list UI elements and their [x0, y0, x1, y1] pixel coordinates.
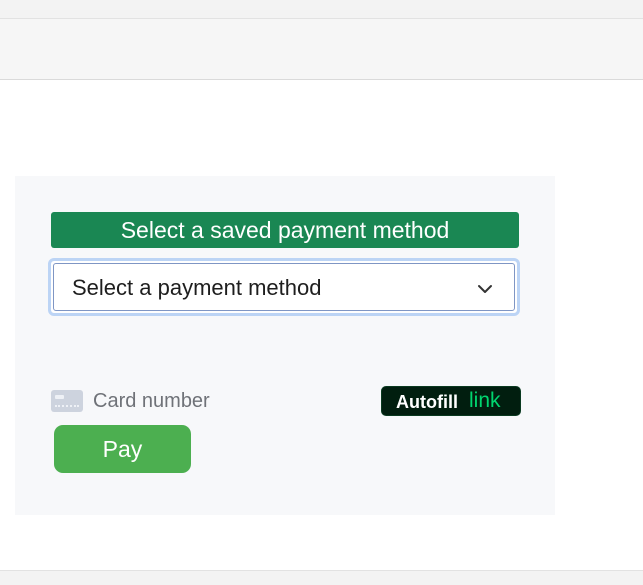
card-number-placeholder: Card number	[93, 390, 210, 412]
payment-method-select-box[interactable]: Select a payment method	[53, 263, 515, 311]
autofill-label: Autofill	[396, 392, 458, 412]
saved-payment-method-label: Select a saved payment method	[51, 212, 519, 248]
chevron-down-icon	[478, 285, 492, 293]
browser-top-strip	[0, 0, 643, 19]
payment-form: Select a saved payment method Select a p…	[15, 176, 555, 515]
payment-method-select[interactable]: Select a payment method	[48, 258, 520, 316]
page: Select a saved payment method Select a p…	[0, 0, 643, 585]
bottom-strip	[0, 570, 643, 585]
autofill-link-button[interactable]: Autofill link	[381, 386, 521, 416]
payment-method-select-value: Select a payment method	[72, 275, 322, 300]
pay-button[interactable]: Pay	[54, 425, 191, 473]
link-brand-label: link	[469, 389, 501, 412]
toolbar-band	[0, 19, 643, 80]
credit-card-icon	[51, 390, 83, 412]
